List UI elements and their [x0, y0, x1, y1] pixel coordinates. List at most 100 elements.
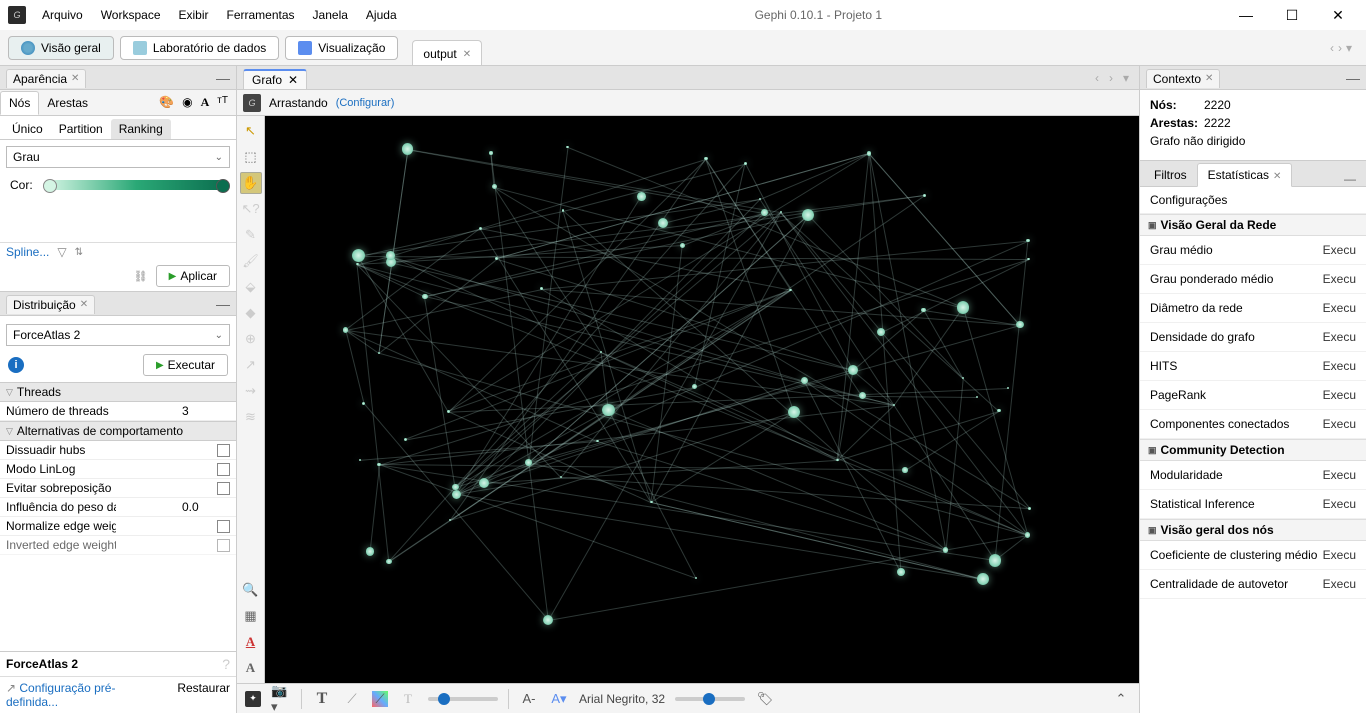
label-size-slider[interactable]: [675, 697, 745, 701]
graph-tab[interactable]: Grafo ✕: [243, 69, 307, 89]
tab-nodes[interactable]: Nós: [0, 91, 39, 115]
subtab-ranking[interactable]: Ranking: [111, 119, 171, 139]
sort-icon[interactable]: ⇅: [75, 247, 83, 258]
ranking-attribute-select[interactable]: Grau ⌄: [6, 146, 230, 168]
color-gradient[interactable]: [47, 180, 226, 190]
checkbox[interactable]: [217, 463, 230, 476]
close-button[interactable]: ✕: [1324, 7, 1352, 24]
workspace-tab-output[interactable]: output ✕: [412, 40, 482, 65]
marquee-tool-icon[interactable]: ⬚: [240, 146, 262, 168]
edge-color-icon[interactable]: ⟋: [372, 691, 388, 707]
prop-group-threads[interactable]: ▽Threads: [0, 382, 236, 402]
path-tool-icon[interactable]: ⇝: [240, 380, 262, 402]
minimize-panel-icon[interactable]: —: [1338, 172, 1362, 186]
run-layout-button[interactable]: ▶ Executar: [143, 354, 228, 376]
menu-tools[interactable]: Ferramentas: [219, 4, 303, 26]
maximize-button[interactable]: ☐: [1278, 7, 1306, 24]
minimize-panel-icon[interactable]: —: [216, 296, 230, 312]
run-stat-link[interactable]: Execu: [1323, 301, 1356, 315]
tab-edges[interactable]: Arestas: [39, 92, 96, 114]
checkbox[interactable]: [217, 539, 230, 552]
label-tool-icon[interactable]: A: [240, 657, 262, 679]
stats-group-nodes[interactable]: ▣Visão geral dos nós: [1140, 519, 1366, 541]
menu-help[interactable]: Ajuda: [358, 4, 405, 26]
minimize-panel-icon[interactable]: —: [1346, 70, 1360, 86]
zoom-tool-icon[interactable]: 🔍: [240, 579, 262, 601]
workspace-menu-icon[interactable]: ▾: [1346, 41, 1352, 55]
datalab-button[interactable]: Laboratório de dados: [120, 36, 279, 60]
close-icon[interactable]: ✕: [80, 299, 88, 310]
label-color-icon[interactable]: A: [201, 95, 210, 110]
run-stat-link[interactable]: Execu: [1323, 497, 1356, 511]
stats-group-network[interactable]: ▣Visão Geral da Rede: [1140, 214, 1366, 236]
menu-window[interactable]: Janela: [305, 4, 356, 26]
stats-config-link[interactable]: Configurações: [1140, 187, 1366, 214]
graph-canvas[interactable]: [265, 116, 1139, 683]
menu-file[interactable]: Arquivo: [34, 4, 91, 26]
label-color-tool-icon[interactable]: A: [240, 631, 262, 653]
edge-style-icon[interactable]: ⟋: [342, 689, 362, 709]
checkbox[interactable]: [217, 482, 230, 495]
context-tab[interactable]: Contexto ✕: [1146, 69, 1220, 88]
tab-filters[interactable]: Filtros: [1144, 164, 1197, 186]
appearance-tab[interactable]: Aparência ✕: [6, 69, 86, 88]
close-icon[interactable]: ✕: [288, 73, 298, 87]
overview-button[interactable]: Visão geral: [8, 36, 114, 60]
background-color-icon[interactable]: ✦: [245, 691, 261, 707]
palette-icon[interactable]: 🎨: [159, 95, 174, 110]
run-stat-link[interactable]: Execu: [1323, 548, 1356, 562]
spline-link[interactable]: Spline...: [6, 245, 49, 259]
funnel-icon[interactable]: ▽: [57, 245, 66, 259]
font-larger-icon[interactable]: A▾: [549, 689, 569, 709]
select-tool-icon[interactable]: ↖: [240, 120, 262, 142]
help-icon[interactable]: ?: [222, 656, 230, 672]
prev-icon[interactable]: ‹: [1091, 69, 1103, 87]
add-edge-icon[interactable]: ↗: [240, 354, 262, 376]
bucket-tool-icon[interactable]: ⬙: [240, 276, 262, 298]
run-stat-link[interactable]: Execu: [1323, 468, 1356, 482]
font-smaller-icon[interactable]: A-: [519, 689, 539, 709]
close-icon[interactable]: ✕: [71, 73, 79, 84]
info-icon[interactable]: i: [8, 357, 24, 373]
menu-workspace[interactable]: Workspace: [93, 4, 169, 26]
run-stat-link[interactable]: Execu: [1323, 417, 1356, 431]
next-icon[interactable]: ›: [1105, 69, 1117, 87]
edge-weight-slider[interactable]: [428, 697, 498, 701]
reset-zoom-icon[interactable]: ▦: [240, 605, 262, 627]
subtab-partition[interactable]: Partition: [51, 119, 111, 139]
reset-link[interactable]: Restaurar: [177, 681, 230, 709]
minimize-button[interactable]: —: [1232, 7, 1260, 24]
run-stat-link[interactable]: Execu: [1323, 330, 1356, 344]
add-node-icon[interactable]: ⊕: [240, 328, 262, 350]
stats-group-community[interactable]: ▣Community Detection: [1140, 439, 1366, 461]
preview-button[interactable]: Visualização: [285, 36, 398, 60]
run-stat-link[interactable]: Execu: [1323, 359, 1356, 373]
apply-button[interactable]: ▶ Aplicar: [156, 265, 230, 287]
text-mode-icon[interactable]: T: [398, 689, 418, 709]
checkbox[interactable]: [217, 520, 230, 533]
heatmap-tool-icon[interactable]: ≋: [240, 406, 262, 428]
next-workspace-icon[interactable]: ›: [1338, 41, 1342, 55]
preset-link[interactable]: Configuração pré-definida...: [6, 681, 167, 709]
brush-tool-icon[interactable]: 🖌: [240, 250, 262, 272]
expand-options-icon[interactable]: ⌃: [1111, 689, 1131, 709]
close-icon[interactable]: ✕: [1205, 73, 1213, 84]
layout-algo-select[interactable]: ForceAtlas 2 ⌄: [6, 324, 230, 346]
edit-tool-icon[interactable]: ✎: [240, 224, 262, 246]
layout-tab[interactable]: Distribuição ✕: [6, 295, 95, 314]
show-labels-icon[interactable]: T: [312, 689, 332, 709]
dropdown-icon[interactable]: ▾: [1119, 69, 1133, 87]
label-settings-icon[interactable]: 🏷: [755, 689, 775, 709]
configure-link[interactable]: (Configurar): [336, 97, 395, 109]
tab-statistics[interactable]: Estatísticas✕: [1197, 163, 1293, 187]
menu-view[interactable]: Exibir: [171, 4, 217, 26]
run-stat-link[interactable]: Execu: [1323, 577, 1356, 591]
subtab-unique[interactable]: Único: [4, 119, 51, 139]
screenshot-icon[interactable]: 📷▾: [271, 689, 291, 709]
font-label[interactable]: Arial Negrito, 32: [579, 692, 665, 706]
size-icon[interactable]: ◉: [182, 95, 192, 110]
close-icon[interactable]: ✕: [1273, 171, 1281, 182]
drag-tool-icon[interactable]: ✋: [240, 172, 262, 194]
pointer-help-icon[interactable]: ↖?: [240, 198, 262, 220]
close-icon[interactable]: ✕: [463, 49, 471, 60]
